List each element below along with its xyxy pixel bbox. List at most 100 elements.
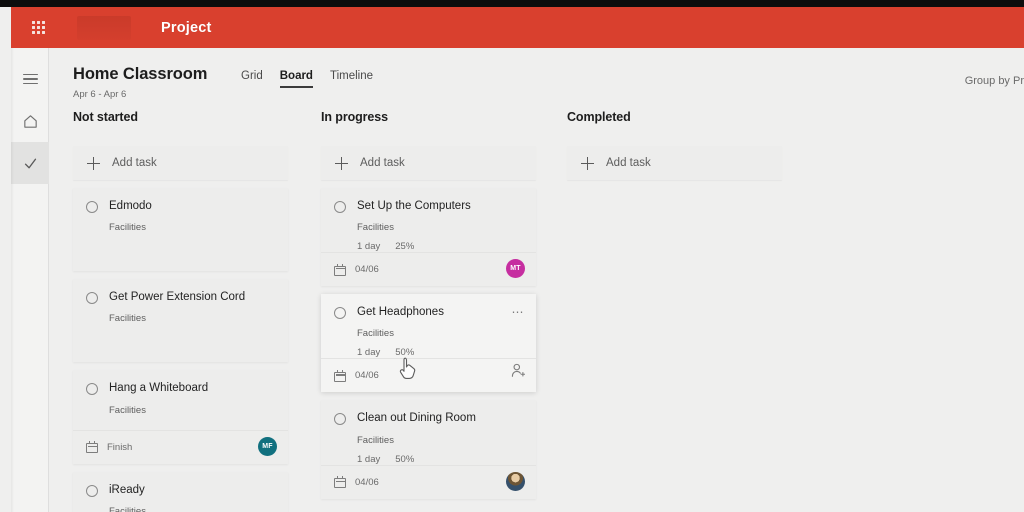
suite-header-bar: Project xyxy=(11,7,1024,48)
task-complete-radio[interactable] xyxy=(86,484,98,497)
add-task-button[interactable]: Add task xyxy=(321,146,536,180)
task-progress: 50% xyxy=(395,453,415,465)
suite-title[interactable]: Project xyxy=(161,20,212,36)
task-label: Facilities xyxy=(357,222,394,234)
app-launcher-grid xyxy=(31,21,45,34)
check-icon xyxy=(24,158,36,168)
task-date: 04/06 xyxy=(355,476,379,488)
task-progress: 25% xyxy=(395,241,415,253)
task-card[interactable]: Edmodo Facilities xyxy=(73,188,288,272)
task-date: Finish xyxy=(107,441,133,453)
board-column-completed: Completed Add task xyxy=(567,110,782,180)
task-card[interactable]: Get Power Extension Cord Facilities xyxy=(73,279,288,363)
task-card-header: Clean out Dining Room xyxy=(334,412,523,426)
project-logo xyxy=(77,15,131,40)
task-title: Hang a Whiteboard xyxy=(109,382,209,395)
calendar-icon xyxy=(334,369,346,382)
task-title: iReady xyxy=(109,483,145,496)
task-card-header: Edmodo xyxy=(86,200,275,213)
app-root: Project Home Classroom Apr 6 - Apr 6 Gri… xyxy=(0,0,1024,512)
task-complete-radio[interactable] xyxy=(334,201,346,213)
task-date: 04/06 xyxy=(355,370,379,382)
task-title: Clean out Dining Room xyxy=(357,412,476,425)
task-card-footer: 04/06 xyxy=(321,252,536,286)
task-title: Set Up the Computers xyxy=(357,200,471,212)
task-card[interactable]: Set Up the Computers Facilities 1 day 25% 04… xyxy=(321,188,536,287)
column-title: Completed xyxy=(567,110,631,124)
task-progress: 50% xyxy=(395,347,415,359)
view-tabs: Grid Board Timeline xyxy=(241,70,373,88)
hamburger-icon xyxy=(22,73,38,85)
add-task-label: Add task xyxy=(112,157,157,169)
task-title: Get Power Extension Cord xyxy=(109,291,246,304)
home-icon xyxy=(23,114,37,128)
group-by-control[interactable]: Group by Pr xyxy=(965,75,1024,87)
board-canvas: Not started Add task Edmodo Facilities Get P… xyxy=(49,110,1024,512)
tab-grid[interactable]: Grid xyxy=(241,70,263,88)
sidebar-item-menu[interactable] xyxy=(11,58,49,100)
add-person-icon[interactable] xyxy=(511,363,526,383)
calendar-icon xyxy=(334,263,346,276)
column-title: Not started xyxy=(73,110,138,124)
task-card-header: iReady xyxy=(86,484,275,497)
task-title: Get Headphones xyxy=(357,306,444,319)
page-title: Home Classroom xyxy=(73,65,208,83)
page-header: Home Classroom Apr 6 - Apr 6 Grid Board … xyxy=(49,48,1024,110)
task-label: Facilities xyxy=(357,328,394,340)
task-card-header: Hang a Whiteboard xyxy=(86,382,275,396)
calendar-icon xyxy=(334,476,346,489)
task-label: Facilities xyxy=(357,434,394,446)
left-rail xyxy=(11,48,49,512)
add-task-button[interactable]: Add task xyxy=(567,146,782,180)
task-spacer xyxy=(86,324,275,338)
task-spacer xyxy=(86,416,275,430)
task-label: Facilities xyxy=(109,222,146,234)
rail-edge-shadow xyxy=(11,48,14,512)
add-task-button[interactable]: Add task xyxy=(73,146,288,180)
add-task-label: Add task xyxy=(360,157,405,169)
plus-icon xyxy=(581,156,594,170)
sidebar-item-home[interactable] xyxy=(11,100,49,142)
task-meta: 1 day 25% xyxy=(357,241,523,252)
task-card-header: Set Up the Computers xyxy=(334,200,523,213)
task-card-footer: 04/06 xyxy=(321,358,536,392)
task-spacer xyxy=(86,233,275,247)
task-duration: 1 day xyxy=(357,347,381,359)
task-label: Facilities xyxy=(109,404,146,416)
avatar[interactable] xyxy=(506,471,525,491)
page-date-range: Apr 6 - Apr 6 xyxy=(73,89,127,100)
tab-board[interactable]: Board xyxy=(279,70,314,88)
tab-timeline[interactable]: Timeline xyxy=(330,70,373,88)
app-launcher-icon[interactable] xyxy=(21,21,55,34)
window-top-strip xyxy=(0,0,1024,7)
task-date: 04/06 xyxy=(355,264,379,276)
task-duration: 1 day xyxy=(357,241,381,253)
task-card[interactable]: Hang a Whiteboard Facilities Finish MF xyxy=(73,370,288,464)
plus-icon xyxy=(87,156,100,170)
task-label: Facilities xyxy=(109,505,146,512)
task-title: Edmodo xyxy=(109,200,152,212)
task-complete-radio[interactable] xyxy=(86,292,98,305)
board-column-in-progress: In progress Add task Set Up the Computers F… xyxy=(321,110,536,499)
task-card[interactable]: Clean out Dining Room Facilities 1 day 50% 0… xyxy=(321,400,536,499)
task-card[interactable]: iReady Facilities xyxy=(73,471,288,512)
task-card-header: Get Headphones xyxy=(334,306,523,320)
task-card-header: Get Power Extension Cord xyxy=(86,291,275,305)
task-card-footer: Finish xyxy=(73,429,288,464)
column-title: In progress xyxy=(321,110,388,124)
plus-icon xyxy=(335,156,348,170)
calendar-icon xyxy=(86,441,98,454)
task-card[interactable]: Get Headphones ⋯ Facilities 1 day 50% 04/06 xyxy=(321,294,536,393)
more-options-icon[interactable]: ⋯ xyxy=(512,306,526,318)
task-complete-radio[interactable] xyxy=(86,201,98,213)
avatar[interactable]: MF xyxy=(258,436,277,456)
sidebar-item-tasks[interactable] xyxy=(11,142,49,184)
task-complete-radio[interactable] xyxy=(334,307,346,320)
task-duration: 1 day xyxy=(357,453,381,465)
add-task-label: Add task xyxy=(606,157,651,169)
board-column-not-started: Not started Add task Edmodo Facilities Get P… xyxy=(73,110,288,512)
task-meta: 1 day 50% xyxy=(357,347,523,358)
task-complete-radio[interactable] xyxy=(86,383,98,396)
task-meta: 1 day 50% xyxy=(357,454,523,465)
task-complete-radio[interactable] xyxy=(334,413,346,426)
